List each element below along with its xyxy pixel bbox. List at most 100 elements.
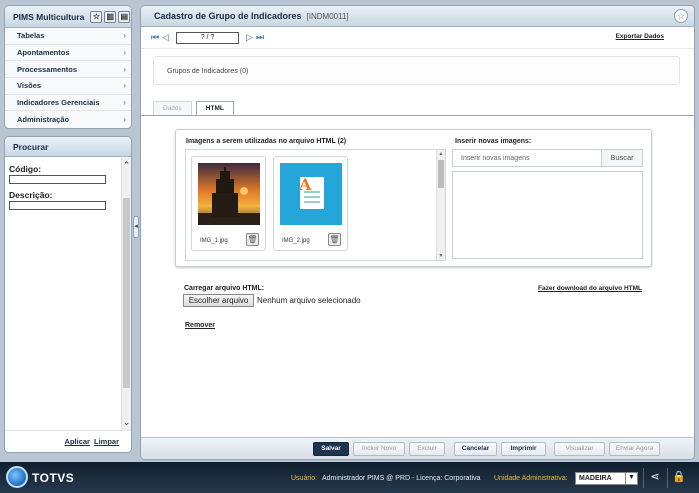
export-data-link[interactable]: Exportar Dados (616, 33, 664, 40)
unit-value: MADEIRA (579, 475, 612, 482)
trash-icon[interactable]: 🗑 (328, 233, 341, 246)
next-record-icon[interactable]: ▷ (246, 32, 253, 43)
menu-label: Indicadores Gerenciais (17, 98, 100, 108)
upload-label: Carregar arquivo HTML: (184, 285, 265, 292)
action-bar: Salvar Incluir Novo Excluir Cancelar Imp… (141, 437, 694, 459)
choose-file-button[interactable]: Escolher arquivo (183, 294, 254, 307)
menu-item-indicadores[interactable]: Indicadores Gerenciais › (5, 94, 131, 112)
divider (667, 468, 668, 488)
favorites-star-icon[interactable]: ☆ (90, 10, 103, 23)
main-header: Cadastro de Grupo de Indicadores [INDM00… (141, 6, 694, 27)
main-menu: PIMS Multicultura ☆ ▥ ▤ Tabelas › Apontam… (4, 5, 132, 130)
indicator-groups-box[interactable]: Grupos de Indicadores (0) (153, 56, 680, 85)
page-code: [INDM0011] (306, 11, 349, 21)
cancel-button[interactable]: Cancelar (454, 442, 497, 456)
image-card[interactable]: IMG_1.jpg 🗑 (191, 156, 266, 251)
trash-icon[interactable]: 🗑 (246, 233, 259, 246)
search-button[interactable]: Buscar (601, 149, 643, 167)
save-button[interactable]: Salvar (313, 442, 349, 456)
code-input[interactable] (9, 175, 106, 185)
left-panel: PIMS Multicultura ☆ ▥ ▤ Tabelas › Apontam… (4, 5, 132, 460)
record-navigation: ⏮ ◁ ? / ? ▷ ⏭ (141, 27, 694, 49)
first-record-icon[interactable]: ⏮ (151, 32, 159, 43)
menu-label: Processamentos (17, 64, 78, 74)
record-counter[interactable]: ? / ? (176, 31, 240, 44)
scroll-thumb[interactable] (438, 160, 444, 188)
app-title: PIMS Multicultura (13, 11, 85, 22)
menu-item-apontamentos[interactable]: Apontamentos › (5, 44, 131, 62)
app: PIMS Multicultura ☆ ▥ ▤ Tabelas › Apontam… (0, 0, 699, 462)
search-header: Procurar (5, 137, 131, 158)
unit-label: Unidade Administrativa: (494, 475, 568, 482)
svg-text:A: A (298, 175, 312, 194)
chart-icon[interactable]: ▥ (104, 10, 117, 23)
chevron-right-icon: › (123, 64, 126, 74)
apply-link[interactable]: Aplicar (65, 437, 90, 446)
menu-label: Administração (17, 115, 70, 125)
send-now-button[interactable]: Enviar Agora (609, 442, 660, 456)
add-new-button[interactable]: Incluir Novo (353, 442, 405, 456)
chevron-right-icon: › (123, 115, 126, 125)
image-card[interactable]: A IMG_2.jpg 🗑 (273, 156, 348, 251)
code-label: Código: (9, 164, 42, 175)
delete-button[interactable]: Excluir (409, 442, 445, 456)
divider (643, 468, 644, 488)
previous-record-icon[interactable]: ◁ (162, 32, 169, 43)
search-panel: Procurar Código: Descrição: ⌃ ⌄ Aplicar … (4, 136, 132, 454)
tower-photo (198, 163, 260, 225)
menu-item-processamentos[interactable]: Processamentos › (5, 61, 131, 79)
chevron-right-icon: › (123, 81, 126, 91)
lock-icon[interactable]: 🔒 (672, 470, 686, 486)
user-label: Usuário: (291, 475, 318, 482)
search-scrollbar[interactable]: ⌃ ⌄ (121, 158, 131, 431)
menu-item-administracao[interactable]: Administração › (5, 111, 131, 129)
scroll-up-icon[interactable]: ▲ (437, 151, 445, 157)
user-value: Administrador PIMS @ PRD - Licença: Corp… (322, 475, 481, 482)
insert-images-title: Inserir novas imagens: (455, 138, 532, 145)
report-icon[interactable]: ▤ (118, 10, 131, 23)
scroll-up-icon[interactable]: ⌃ (122, 160, 131, 171)
document-a-icon: A (280, 163, 342, 225)
insert-images-input[interactable]: Inserir novas imagens (452, 149, 602, 167)
print-button[interactable]: Imprimir (501, 442, 546, 456)
tab-html[interactable]: HTML (195, 101, 234, 115)
clear-link[interactable]: Limpar (94, 437, 119, 446)
remove-link[interactable]: Remover (185, 322, 215, 329)
description-label: Descrição: (9, 190, 53, 201)
description-input[interactable] (9, 201, 106, 211)
unit-select[interactable]: MADEIRA ▼ (575, 472, 638, 485)
main-panel: Cadastro de Grupo de Indicadores [INDM00… (140, 5, 695, 460)
page-title: Cadastro de Grupo de Indicadores (154, 11, 302, 21)
images-title: Imagens a serem utilizadas no arquivo HT… (186, 138, 347, 145)
chevron-down-icon: ▼ (625, 473, 637, 484)
menu-label: Apontamentos (17, 48, 70, 58)
chevron-right-icon: › (123, 31, 126, 41)
scroll-thumb[interactable] (123, 198, 130, 389)
menu-item-visoes[interactable]: Visões › (5, 78, 131, 95)
share-icon[interactable]: ⋖ (648, 470, 662, 486)
app-header: PIMS Multicultura ☆ ▥ ▤ (5, 6, 131, 28)
chevron-right-icon: › (123, 98, 126, 108)
no-file-text: Nenhum arquivo selecionado (257, 296, 361, 305)
tab-bar: Dados HTML (153, 101, 234, 115)
chevron-right-icon: › (123, 48, 126, 58)
image-list-scrollbar[interactable]: ▲ ▼ (436, 150, 445, 260)
menu-item-tabelas[interactable]: Tabelas › (5, 28, 131, 45)
menu-label: Visões (17, 81, 42, 91)
image-list: IMG_1.jpg 🗑 A IMG_2.jpg 🗑 ▲ ▼ (185, 149, 446, 261)
scroll-down-icon[interactable]: ▼ (437, 253, 445, 259)
tab-dados[interactable]: Dados (153, 101, 192, 115)
download-html-link[interactable]: Fazer download do arquivo HTML (538, 285, 642, 292)
view-button[interactable]: Visualizar (554, 442, 605, 456)
collapse-sidebar-handle[interactable]: ◂ (133, 216, 139, 238)
image-name: IMG_1.jpg (200, 238, 228, 244)
favorite-star-icon[interactable]: ☆ (674, 9, 688, 23)
status-bar: TOTVS Usuário: Administrador PIMS @ PRD … (0, 462, 699, 493)
search-footer: Aplicar Limpar (5, 430, 131, 453)
image-name: IMG_2.jpg (282, 238, 310, 244)
insert-images-area[interactable] (452, 171, 643, 259)
scroll-down-icon[interactable]: ⌄ (122, 417, 131, 428)
menu-label: Tabelas (17, 31, 45, 41)
images-panel: Imagens a serem utilizadas no arquivo HT… (175, 129, 652, 267)
last-record-icon[interactable]: ⏭ (256, 32, 264, 43)
